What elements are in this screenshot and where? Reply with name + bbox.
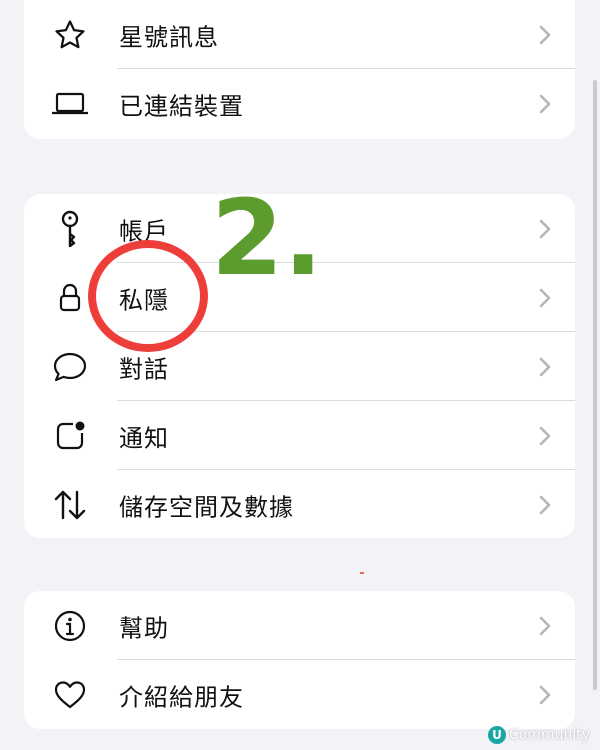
menu-item-chats[interactable]: 對話 — [24, 332, 575, 401]
menu-item-label: 通知 — [119, 424, 169, 452]
up-down-arrows-icon — [50, 485, 90, 525]
chevron-right-icon — [539, 288, 551, 307]
heart-icon — [50, 675, 90, 715]
watermark-text: Community — [508, 727, 590, 743]
chevron-right-icon — [539, 94, 551, 113]
chevron-right-icon — [539, 616, 551, 635]
menu-item-storage-and-data[interactable]: 儲存空間及數據 — [24, 470, 575, 538]
chevron-right-icon — [539, 25, 551, 44]
chevron-right-icon — [539, 495, 551, 514]
menu-item-label: 已連結裝置 — [119, 92, 244, 120]
menu-item-label: 星號訊息 — [119, 23, 219, 51]
menu-item-tell-a-friend[interactable]: 介紹給朋友 — [24, 660, 575, 729]
menu-item-label: 幫助 — [119, 614, 169, 642]
annotation-mark — [360, 572, 364, 574]
chevron-right-icon — [539, 685, 551, 704]
annotation-step-number: 2. — [211, 177, 323, 299]
scrollbar[interactable] — [593, 80, 597, 690]
star-icon — [50, 15, 90, 55]
settings-group-3: 幫助 介紹給朋友 — [24, 591, 575, 729]
menu-item-help[interactable]: 幫助 — [24, 591, 575, 660]
lock-icon — [50, 278, 90, 318]
laptop-icon — [50, 84, 90, 124]
chat-bubble-icon — [50, 347, 90, 387]
menu-item-label: 儲存空間及數據 — [119, 493, 294, 521]
chevron-right-icon — [539, 426, 551, 445]
chevron-right-icon — [539, 357, 551, 376]
watermark: U Community — [487, 726, 590, 744]
info-icon — [50, 606, 90, 646]
key-icon — [50, 209, 90, 249]
annotation-circle — [88, 240, 208, 352]
menu-item-notifications[interactable]: 通知 — [24, 401, 575, 470]
notification-icon — [50, 416, 90, 456]
menu-item-label: 對話 — [119, 355, 169, 383]
settings-group-1: 星號訊息 已連結裝置 — [24, 0, 575, 139]
watermark-logo: U — [487, 726, 506, 744]
chevron-right-icon — [539, 219, 551, 238]
menu-item-starred-messages[interactable]: 星號訊息 — [24, 0, 575, 69]
menu-item-label: 介紹給朋友 — [119, 683, 244, 711]
menu-item-linked-devices[interactable]: 已連結裝置 — [24, 69, 575, 138]
